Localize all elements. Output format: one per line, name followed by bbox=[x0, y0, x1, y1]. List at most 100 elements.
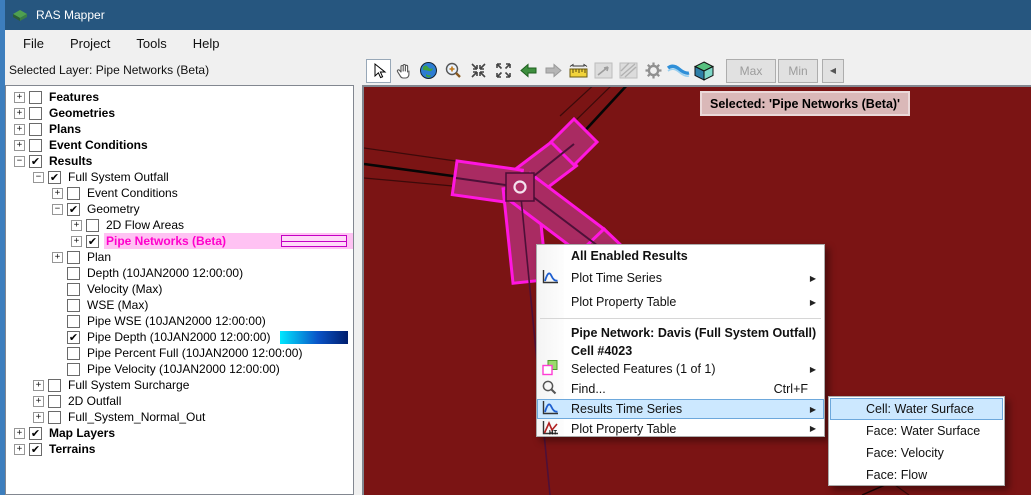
expand-toggle-icon[interactable]: + bbox=[33, 380, 44, 391]
menu-item-results-time-series[interactable]: Results Time Series▶ bbox=[537, 399, 824, 419]
expand-toggle-icon[interactable]: + bbox=[14, 108, 25, 119]
tree-item-label[interactable]: Pipe Velocity (10JAN2000 12:00:00) bbox=[85, 362, 282, 376]
tree-item-label[interactable]: Full System Outfall bbox=[66, 170, 171, 184]
expand-toggle-icon[interactable]: + bbox=[52, 252, 63, 263]
expand-toggle-icon[interactable]: + bbox=[71, 236, 82, 247]
tree-item-map-layers[interactable]: + ✔ Map Layers bbox=[6, 425, 353, 441]
next-view-icon[interactable] bbox=[541, 59, 566, 83]
tree-item-depth-10jan2000-12-00-00[interactable]: Depth (10JAN2000 12:00:00) bbox=[6, 265, 353, 281]
expand-toggle-icon[interactable]: − bbox=[52, 204, 63, 215]
tree-item-label[interactable]: 2D Outfall bbox=[66, 394, 123, 408]
settings-gear-icon[interactable] bbox=[641, 59, 666, 83]
tree-item-plans[interactable]: + Plans bbox=[6, 121, 353, 137]
layer-checkbox[interactable]: ✔ bbox=[86, 235, 99, 248]
pan-hand-icon[interactable] bbox=[391, 59, 416, 83]
tree-item-velocity-max[interactable]: Velocity (Max) bbox=[6, 281, 353, 297]
select-cursor-icon[interactable] bbox=[366, 59, 391, 83]
tree-item-label[interactable]: Full System Surcharge bbox=[66, 378, 191, 392]
submenu-item-face-flow[interactable]: Face: Flow bbox=[830, 464, 1003, 486]
zoom-window-icon[interactable] bbox=[466, 59, 491, 83]
expand-toggle-icon[interactable]: + bbox=[14, 140, 25, 151]
collapse-toolbar-button[interactable]: ◀ bbox=[822, 59, 844, 83]
tree-item-full-system-surcharge[interactable]: + Full System Surcharge bbox=[6, 377, 353, 393]
tree-item-full-system-outfall[interactable]: −✔Full System Outfall bbox=[6, 169, 353, 185]
tree-item-label[interactable]: Pipe Percent Full (10JAN2000 12:00:00) bbox=[85, 346, 304, 360]
menu-item-selected-features-1-of-1[interactable]: Selected Features (1 of 1)▶ bbox=[537, 359, 824, 379]
layer-checkbox[interactable]: ✔ bbox=[29, 155, 42, 168]
layer-checkbox[interactable] bbox=[67, 315, 80, 328]
tree-item-pipe-networks-beta[interactable]: + ✔ Pipe Networks (Beta) bbox=[6, 233, 353, 249]
submenu-item-face-water-surface[interactable]: Face: Water Surface bbox=[830, 420, 1003, 442]
layer-checkbox[interactable] bbox=[67, 283, 80, 296]
layer-checkbox[interactable]: ✔ bbox=[29, 443, 42, 456]
layer-checkbox[interactable] bbox=[29, 91, 42, 104]
menu-item-plot-time-series[interactable]: Plot Time Series▶ bbox=[537, 266, 824, 290]
expand-toggle-icon[interactable]: + bbox=[52, 188, 63, 199]
tree-item-label[interactable]: Event Conditions bbox=[47, 138, 150, 152]
tree-item-wse-max[interactable]: WSE (Max) bbox=[6, 297, 353, 313]
tree-item-label[interactable]: Map Layers bbox=[47, 426, 117, 440]
tree-item-geometry[interactable]: −✔ Geometry bbox=[6, 201, 353, 217]
expand-toggle-icon[interactable]: + bbox=[33, 396, 44, 407]
layer-checkbox[interactable]: ✔ bbox=[67, 203, 80, 216]
3d-viewer-cube-icon[interactable] bbox=[691, 59, 716, 83]
layer-checkbox[interactable] bbox=[86, 219, 99, 232]
tree-item-label[interactable]: Geometry bbox=[85, 202, 142, 216]
tree-item-label[interactable]: Event Conditions bbox=[85, 186, 180, 200]
tree-item-pipe-depth-10jan2000-12-00-00[interactable]: ✔ Pipe Depth (10JAN2000 12:00:00) bbox=[6, 329, 353, 345]
tree-item-full-system-normal-out[interactable]: + Full_System_Normal_Out bbox=[6, 409, 353, 425]
tree-item-label[interactable]: Plans bbox=[47, 122, 83, 136]
tree-item-label[interactable]: Pipe Networks (Beta) bbox=[104, 234, 228, 248]
tree-item-results[interactable]: −✔ Results bbox=[6, 153, 353, 169]
layer-checkbox[interactable]: ✔ bbox=[67, 331, 80, 344]
maximize-results-button[interactable]: Max bbox=[726, 59, 776, 83]
tree-item-label[interactable]: WSE (Max) bbox=[85, 298, 150, 312]
tree-item-pipe-percent-full-10jan2000-12-00-00[interactable]: Pipe Percent Full (10JAN2000 12:00:00) bbox=[6, 345, 353, 361]
zoom-in-magnifier-icon[interactable] bbox=[441, 59, 466, 83]
expand-toggle-icon[interactable]: + bbox=[33, 412, 44, 423]
layer-checkbox[interactable] bbox=[67, 347, 80, 360]
layer-checkbox[interactable] bbox=[48, 395, 61, 408]
expand-toggle-icon[interactable]: + bbox=[14, 428, 25, 439]
layer-checkbox[interactable] bbox=[67, 363, 80, 376]
tree-item-label[interactable]: Full_System_Normal_Out bbox=[66, 410, 207, 424]
measure-ruler-icon[interactable] bbox=[566, 59, 591, 83]
zoom-out-icon[interactable] bbox=[491, 59, 516, 83]
menu-file[interactable]: File bbox=[10, 32, 57, 55]
submenu-item-cell-water-surface[interactable]: Cell: Water Surface bbox=[830, 398, 1003, 420]
minimize-results-button[interactable]: Min bbox=[778, 59, 818, 83]
tree-item-label[interactable]: Geometries bbox=[47, 106, 117, 120]
menu-item-plot-property-table[interactable]: Plot Property Table▶ bbox=[537, 290, 824, 314]
expand-toggle-icon[interactable]: + bbox=[14, 92, 25, 103]
tree-item-pipe-wse-10jan2000-12-00-00[interactable]: Pipe WSE (10JAN2000 12:00:00) bbox=[6, 313, 353, 329]
layer-checkbox[interactable] bbox=[48, 379, 61, 392]
water-surface-profile-icon[interactable] bbox=[666, 59, 691, 83]
expand-toggle-icon[interactable]: − bbox=[14, 156, 25, 167]
zoom-extents-globe-icon[interactable] bbox=[416, 59, 441, 83]
submenu-item-face-velocity[interactable]: Face: Velocity bbox=[830, 442, 1003, 464]
layer-checkbox[interactable] bbox=[48, 411, 61, 424]
layer-checkbox[interactable] bbox=[67, 267, 80, 280]
tree-item-label[interactable]: Features bbox=[47, 90, 101, 104]
cross-sections-icon[interactable] bbox=[616, 59, 641, 83]
tree-item-event-conditions[interactable]: + Event Conditions bbox=[6, 137, 353, 153]
tree-item-2d-flow-areas[interactable]: +2D Flow Areas bbox=[6, 217, 353, 233]
tree-item-event-conditions[interactable]: + Event Conditions bbox=[6, 185, 353, 201]
expand-toggle-icon[interactable]: + bbox=[14, 124, 25, 135]
menu-tools[interactable]: Tools bbox=[123, 32, 179, 55]
tree-item-label[interactable]: Pipe Depth (10JAN2000 12:00:00) bbox=[85, 330, 272, 344]
profile-lines-icon[interactable] bbox=[591, 59, 616, 83]
menu-item-find[interactable]: Find...Ctrl+F bbox=[537, 379, 824, 399]
tree-item-label[interactable]: Results bbox=[47, 154, 94, 168]
previous-view-icon[interactable] bbox=[516, 59, 541, 83]
junction-node-marker[interactable] bbox=[506, 173, 534, 201]
layer-checkbox[interactable]: ✔ bbox=[29, 427, 42, 440]
layer-checkbox[interactable] bbox=[29, 107, 42, 120]
expand-toggle-icon[interactable]: − bbox=[33, 172, 44, 183]
expand-toggle-icon[interactable]: + bbox=[14, 444, 25, 455]
tree-item-label[interactable]: Pipe WSE (10JAN2000 12:00:00) bbox=[85, 314, 268, 328]
tree-item-plan[interactable]: +Plan bbox=[6, 249, 353, 265]
tree-item-pipe-velocity-10jan2000-12-00-00[interactable]: Pipe Velocity (10JAN2000 12:00:00) bbox=[6, 361, 353, 377]
menu-item-plot-property-table[interactable]: HTPlot Property Table▶ bbox=[537, 419, 824, 438]
layer-tree-panel[interactable]: + Features + Geometries + Plans + Event Conditi… bbox=[5, 85, 354, 495]
